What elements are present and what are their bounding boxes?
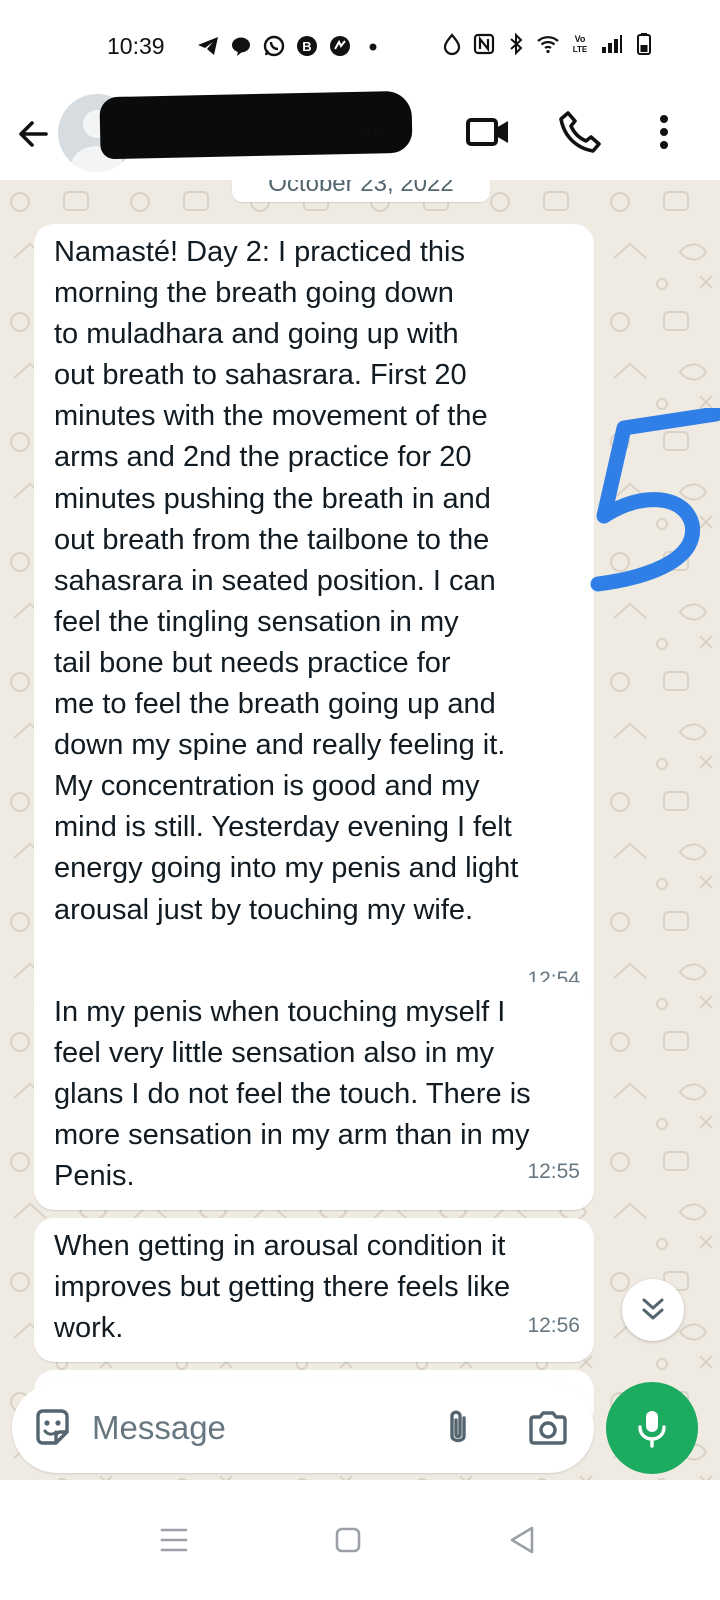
message-bubble[interactable]: When getting in arousal condition it imp… bbox=[34, 1218, 594, 1362]
svg-text:Vo: Vo bbox=[575, 34, 586, 44]
system-nav-bar bbox=[0, 1480, 720, 1600]
app-icon bbox=[330, 36, 350, 56]
message-bubble[interactable]: In my penis when touching myself I feel … bbox=[34, 982, 594, 1210]
message-text: When getting in arousal condition it imp… bbox=[54, 1230, 511, 1345]
home-icon[interactable] bbox=[328, 1520, 368, 1560]
telegram-icon bbox=[198, 37, 218, 55]
volte-icon: VoLTE bbox=[573, 34, 588, 54]
message-text: Namasté! Day 2: I practiced this morning… bbox=[54, 236, 519, 926]
wifi-icon bbox=[537, 36, 559, 54]
chat-bubble-icon bbox=[232, 37, 250, 56]
phone-icon[interactable] bbox=[556, 108, 604, 156]
message-input[interactable] bbox=[92, 1405, 422, 1451]
dot-icon bbox=[369, 43, 377, 51]
status-time: 10:39 bbox=[107, 33, 165, 59]
contact-name[interactable]: ... bbox=[358, 111, 380, 142]
back-icon[interactable] bbox=[502, 1520, 542, 1560]
recents-icon[interactable] bbox=[154, 1520, 194, 1560]
svg-text:LTE: LTE bbox=[573, 45, 588, 54]
nfc-icon bbox=[473, 33, 495, 55]
video-call-icon[interactable] bbox=[464, 108, 512, 156]
more-vert-icon[interactable] bbox=[640, 108, 688, 156]
message-time: 12:56 bbox=[527, 1314, 580, 1337]
back-arrow-icon[interactable] bbox=[12, 112, 56, 156]
scroll-down-button[interactable] bbox=[622, 1279, 684, 1341]
mic-button[interactable] bbox=[606, 1382, 698, 1474]
message-text: In my penis when touching myself I feel … bbox=[54, 996, 531, 1193]
message-time: 12:55 bbox=[527, 1160, 580, 1183]
chat-area[interactable]: October 23, 2022 Namasté! Day 2: I pract… bbox=[0, 180, 720, 1480]
handwritten-annotation bbox=[590, 408, 720, 592]
bluetooth-icon bbox=[510, 32, 523, 56]
message-composer bbox=[12, 1383, 594, 1473]
system-icons: Vo LTE bbox=[440, 32, 656, 56]
mic-icon bbox=[638, 1411, 666, 1448]
date-chip: October 23, 2022 bbox=[232, 180, 490, 202]
whatsapp-business-icon: B bbox=[297, 36, 317, 56]
signal-icon bbox=[602, 35, 622, 53]
message-bubble[interactable]: Namasté! Day 2: I practiced this morning… bbox=[34, 224, 594, 1020]
camera-icon[interactable] bbox=[526, 1406, 570, 1450]
battery-icon bbox=[637, 33, 651, 55]
sticker-icon[interactable] bbox=[30, 1406, 74, 1450]
data-saver-icon bbox=[443, 33, 461, 56]
double-chevron-down-icon bbox=[642, 1298, 664, 1320]
svg-text:B: B bbox=[302, 39, 311, 54]
whatsapp-icon bbox=[263, 35, 285, 57]
status-bar: 10:39 B Vo LTE bbox=[0, 0, 720, 92]
attach-icon[interactable] bbox=[436, 1406, 480, 1450]
notification-icons: B bbox=[196, 34, 385, 58]
